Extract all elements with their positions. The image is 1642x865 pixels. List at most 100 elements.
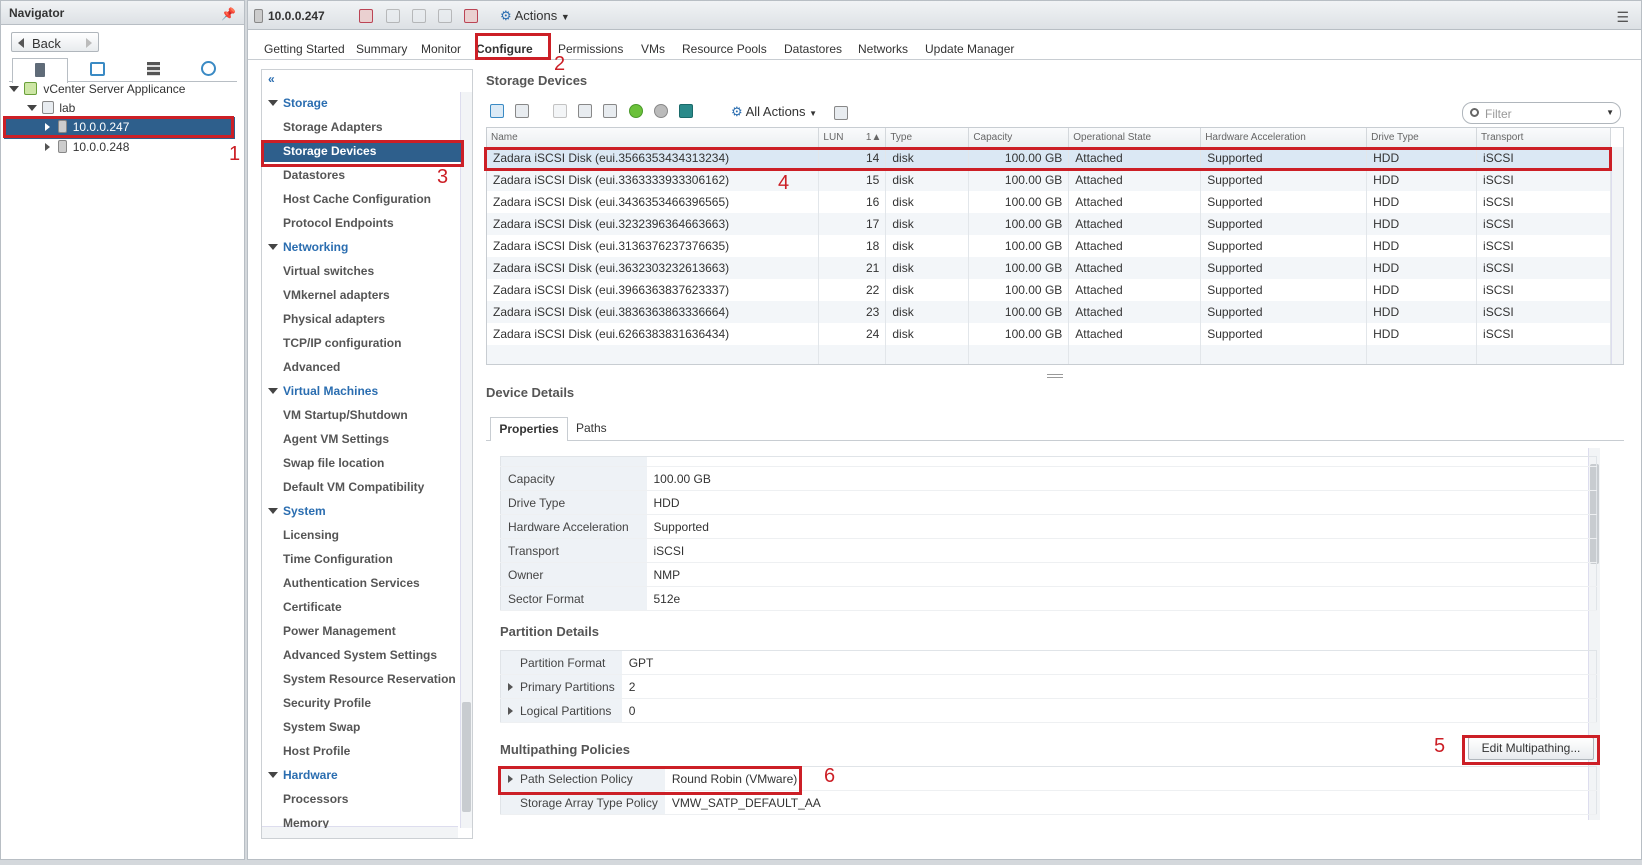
storage-icon[interactable] <box>147 62 160 76</box>
menu-section-vms[interactable]: Virtual Machines <box>268 384 378 398</box>
menu-item-memory[interactable]: Memory <box>283 816 329 828</box>
menu-item-security-profile[interactable]: Security Profile <box>283 696 371 710</box>
power-icon[interactable] <box>464 9 478 23</box>
menu-section-hardware[interactable]: Hardware <box>268 768 338 782</box>
splitter-handle[interactable] <box>1047 374 1063 378</box>
attach-icon[interactable] <box>515 104 530 118</box>
menu-item-virtual-switches[interactable]: Virtual switches <box>283 264 374 278</box>
collapse-menu-icon[interactable]: « <box>268 72 275 86</box>
col-state[interactable]: Operational State <box>1068 128 1202 148</box>
menu-item-protocol-endpoints[interactable]: Protocol Endpoints <box>283 216 394 230</box>
tree-datacenter[interactable]: lab <box>27 101 75 115</box>
menu-icon[interactable]: ☰ <box>1616 9 1629 26</box>
chevron-down-icon[interactable]: ▼ <box>1606 108 1614 117</box>
menu-item-vm-startup[interactable]: VM Startup/Shutdown <box>283 408 408 422</box>
expand-icon[interactable] <box>9 86 19 92</box>
primary-partitions-key[interactable]: Primary Partitions <box>500 674 622 699</box>
tab-update-manager[interactable]: Update Manager <box>925 38 1014 60</box>
tab-paths[interactable]: Paths <box>576 421 607 435</box>
col-type[interactable]: Type <box>885 128 970 148</box>
menu-item-datastores[interactable]: Datastores <box>283 168 345 182</box>
menu-item-adv-system-settings[interactable]: Advanced System Settings <box>283 648 437 662</box>
menu-item-power-mgmt[interactable]: Power Management <box>283 624 396 638</box>
col-drive[interactable]: Drive Type <box>1366 128 1478 148</box>
tab-summary[interactable]: Summary <box>356 38 407 60</box>
menu-item-host-profile[interactable]: Host Profile <box>283 744 350 758</box>
all-actions-menu[interactable]: ⚙ All Actions ▼ <box>731 104 817 120</box>
menu-item-vmkernel-adapters[interactable]: VMkernel adapters <box>283 288 390 302</box>
logical-partitions-key[interactable]: Logical Partitions <box>500 698 622 723</box>
refresh-icon[interactable] <box>490 104 504 118</box>
tab-vms[interactable]: VMs <box>641 38 665 60</box>
collapse-arrow-icon[interactable] <box>45 143 50 151</box>
table-row[interactable]: Zadara iSCSI Disk (eui.3836363863336664)… <box>487 301 1611 323</box>
menu-item-advanced[interactable]: Advanced <box>283 360 340 374</box>
menu-item-licensing[interactable]: Licensing <box>283 528 339 542</box>
col-capacity[interactable]: Capacity <box>968 128 1070 148</box>
table-row[interactable]: Zadara iSCSI Disk (eui.6266383831636434)… <box>487 323 1611 345</box>
rename-icon[interactable] <box>578 104 593 118</box>
menu-item-storage-adapters[interactable]: Storage Adapters <box>283 120 383 134</box>
rescan-icon[interactable] <box>603 104 618 118</box>
state-cell: Attached <box>1068 301 1202 323</box>
pin-icon[interactable]: 📌 <box>221 7 236 21</box>
table-row[interactable]: Zadara iSCSI Disk (eui.3632303232613663)… <box>487 257 1611 279</box>
menu-scrollbar[interactable] <box>460 92 472 828</box>
table-row[interactable]: Zadara iSCSI Disk (eui.3966363837623337)… <box>487 279 1611 301</box>
menu-item-agent-vm[interactable]: Agent VM Settings <box>283 432 389 446</box>
forward-arrow-icon[interactable] <box>86 38 92 48</box>
menu-item-tcpip[interactable]: TCP/IP configuration <box>283 336 401 350</box>
tab-getting-started[interactable]: Getting Started <box>264 38 345 60</box>
tab-networks[interactable]: Networks <box>858 38 908 60</box>
menu-item-swap-file[interactable]: Swap file location <box>283 456 384 470</box>
col-name[interactable]: Name <box>487 128 820 148</box>
back-button[interactable]: Back <box>11 32 99 52</box>
tab-resource-pools[interactable]: Resource Pools <box>682 38 767 60</box>
tab-properties[interactable]: Properties <box>490 417 568 441</box>
tab-permissions[interactable]: Permissions <box>558 38 623 60</box>
expand-icon[interactable] <box>27 105 37 111</box>
enter-maintenance-icon[interactable] <box>412 9 426 23</box>
menu-item-physical-adapters[interactable]: Physical adapters <box>283 312 385 326</box>
vms-templates-icon[interactable] <box>90 62 105 76</box>
menu-section-storage[interactable]: Storage <box>268 96 328 110</box>
tab-hosts-clusters[interactable] <box>12 58 68 83</box>
new-vm-icon[interactable] <box>359 9 373 23</box>
menu-item-processors[interactable]: Processors <box>283 792 348 806</box>
export-icon[interactable] <box>834 106 848 120</box>
tree-root[interactable]: vCenter Server Applicance <box>9 82 185 96</box>
menu-item-resource-reservation[interactable]: System Resource Reservation <box>283 672 456 686</box>
menu-section-system[interactable]: System <box>268 504 326 518</box>
led-on-icon[interactable] <box>628 104 643 118</box>
tree-host-248[interactable]: 10.0.0.248 <box>45 140 129 154</box>
table-row[interactable]: Zadara iSCSI Disk (eui.3232396364663663)… <box>487 213 1611 235</box>
table-row[interactable]: Zadara iSCSI Disk (eui.3363333933306162)… <box>487 169 1611 191</box>
property-row: Owner NMP <box>500 562 1597 587</box>
menu-item-auth-services[interactable]: Authentication Services <box>283 576 420 590</box>
deploy-ovf-icon[interactable] <box>386 9 400 23</box>
exit-maintenance-icon[interactable] <box>438 9 452 23</box>
tab-datastores[interactable]: Datastores <box>784 38 842 60</box>
col-transport[interactable]: Transport <box>1476 128 1611 148</box>
table-row[interactable]: Zadara iSCSI Disk (eui.3436353466396565)… <box>487 191 1611 213</box>
all-actions-label: All Actions <box>745 104 806 119</box>
menu-item-system-swap[interactable]: System Swap <box>283 720 360 734</box>
flash-icon[interactable] <box>679 104 694 118</box>
networking-icon[interactable] <box>201 61 216 76</box>
menu-item-host-cache[interactable]: Host Cache Configuration <box>283 192 431 206</box>
menu-item-certificate[interactable]: Certificate <box>283 600 342 614</box>
filter-input[interactable]: Filter ▼ <box>1462 102 1621 124</box>
annotation-box-3 <box>261 140 464 167</box>
led-off-icon[interactable] <box>654 104 669 118</box>
table-row[interactable]: Zadara iSCSI Disk (eui.3136376237376635)… <box>487 235 1611 257</box>
menu-item-default-vm-compat[interactable]: Default VM Compatibility <box>283 480 424 494</box>
tab-monitor[interactable]: Monitor <box>421 38 461 60</box>
actions-menu[interactable]: ⚙ Actions ▼ <box>500 8 570 24</box>
table-scrollbar[interactable] <box>1611 147 1623 364</box>
detach-icon[interactable] <box>552 104 567 118</box>
main-header <box>248 1 1641 30</box>
menu-item-time-config[interactable]: Time Configuration <box>283 552 393 566</box>
col-accel[interactable]: Hardware Acceleration <box>1200 128 1368 148</box>
menu-section-networking[interactable]: Networking <box>268 240 348 254</box>
col-lun[interactable]: LUN 1▲ <box>818 128 887 148</box>
